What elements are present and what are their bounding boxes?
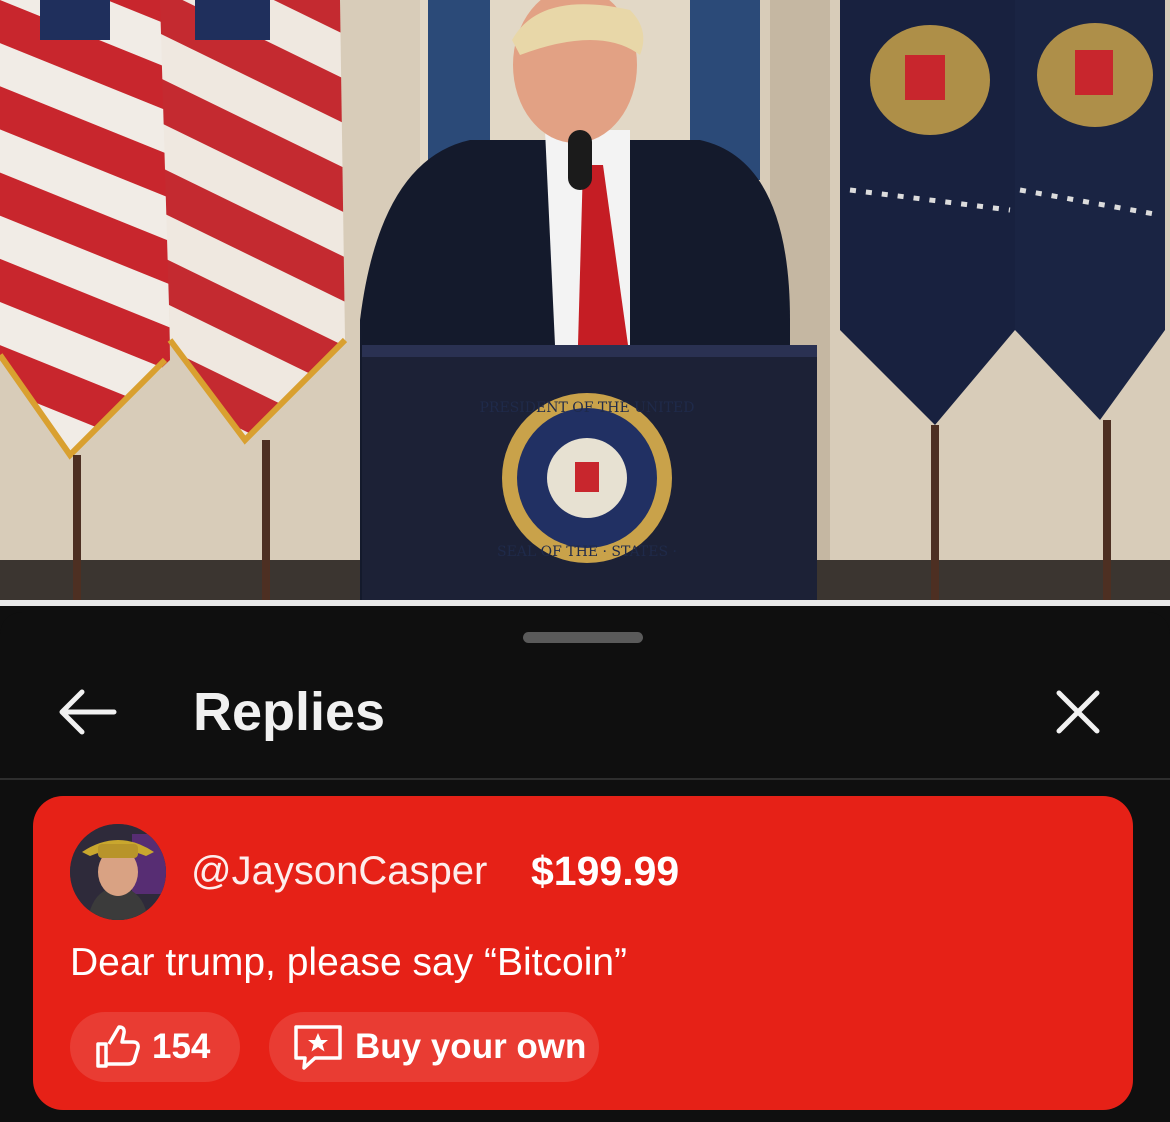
podium (362, 345, 817, 600)
super-chat-message: Dear trump, please say “Bitcoin” (70, 941, 628, 984)
donation-amount: $199.99 (531, 848, 680, 894)
back-button[interactable] (52, 684, 122, 740)
video-player[interactable]: PRESIDENT OF THE UNITED SEAL OF THE · ST… (0, 0, 1170, 600)
buy-your-own-label: Buy your own (355, 1027, 587, 1066)
thumbs-up-icon (96, 1025, 140, 1068)
video-frame: PRESIDENT OF THE UNITED SEAL OF THE · ST… (0, 0, 1170, 600)
panel-header: Replies (0, 662, 1170, 772)
avatar-image (70, 824, 166, 920)
seal-bottom-text: SEAL OF THE · STATES · (497, 544, 677, 560)
author-name[interactable]: @JaysonCasper (191, 848, 487, 894)
header-divider (0, 778, 1170, 780)
buy-your-own-button[interactable]: Buy your own (269, 1012, 599, 1082)
replies-panel: Replies @JaysonCasper $199.99 Dear trump… (0, 612, 1170, 1122)
arrow-left-icon (59, 689, 117, 735)
avatar[interactable] (70, 824, 166, 920)
close-button[interactable] (1048, 682, 1108, 742)
video-progress-bar[interactable] (0, 600, 1170, 606)
panel-title: Replies (193, 682, 386, 742)
drag-handle[interactable] (523, 632, 643, 643)
super-chat-card: @JaysonCasper $199.99 Dear trump, please… (33, 796, 1133, 1110)
like-button[interactable]: 154 (70, 1012, 240, 1082)
video-progress-fill (0, 600, 1170, 606)
like-count: 154 (152, 1027, 211, 1066)
seal-top-text: PRESIDENT OF THE UNITED (479, 400, 694, 416)
super-chat-icon (294, 1025, 342, 1070)
close-icon (1056, 690, 1100, 734)
